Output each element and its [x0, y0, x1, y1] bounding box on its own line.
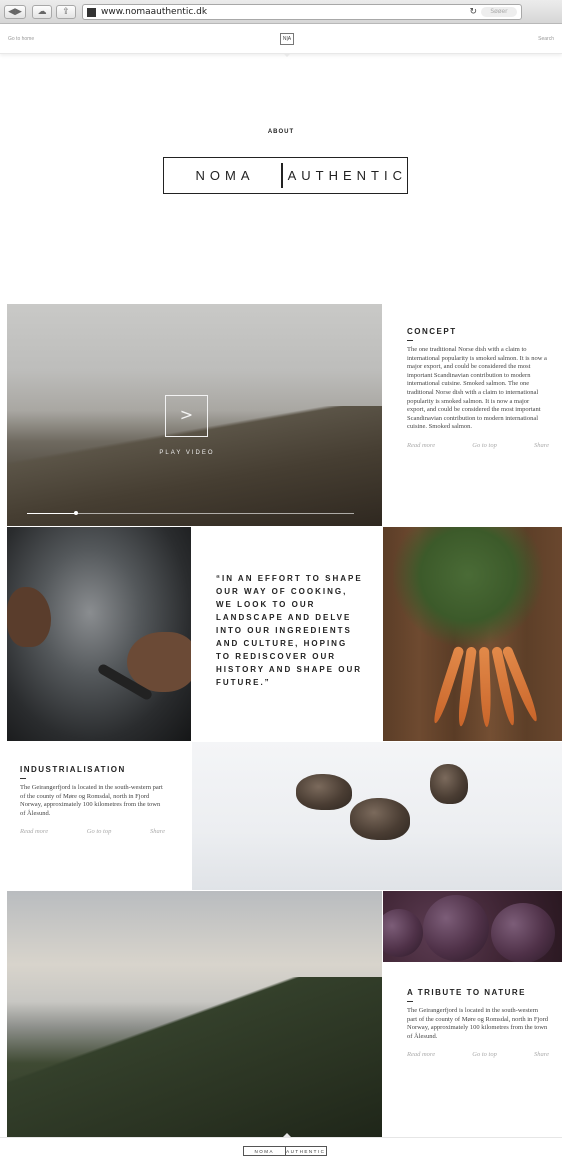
- smoke-hands-image: [7, 527, 191, 741]
- concept-title: CONCEPT: [407, 327, 457, 336]
- back-forward-buttons[interactable]: ◀▶: [4, 5, 26, 19]
- fig-shape: [423, 895, 489, 961]
- go-to-top-link[interactable]: Go to top: [87, 828, 112, 835]
- cloud-icon[interactable]: ☁: [32, 5, 52, 19]
- video-progress-fill: [27, 513, 77, 514]
- concept-body: The one traditional Norse dish with a cl…: [407, 346, 547, 431]
- header-logo[interactable]: N|A: [280, 33, 294, 45]
- concept-links: Read more Go to top Share: [407, 442, 549, 449]
- read-more-link[interactable]: Read more: [407, 442, 435, 449]
- play-button[interactable]: >: [165, 395, 208, 437]
- video-player[interactable]: > PLAY VIDEO: [7, 304, 382, 526]
- tribute-links: Read more Go to top Share: [407, 1051, 549, 1058]
- fig-shape: [491, 903, 555, 962]
- logo-right-text: AUTHENTIC: [287, 168, 407, 183]
- go-to-top-link[interactable]: Go to top: [472, 442, 497, 449]
- play-icon: >: [179, 405, 194, 424]
- hand-shape: [7, 587, 51, 647]
- title-divider: [407, 340, 413, 341]
- bison-snow-image: [192, 742, 562, 890]
- quote-block: “IN AN EFFORT TO SHAPE OUR WAY OF COOKIN…: [192, 527, 382, 741]
- address-bar[interactable]: www.nomaauthentic.dk ↻ Søøer: [82, 4, 522, 20]
- footer-logo[interactable]: NOMA AUTHENTIC: [243, 1146, 327, 1156]
- bison-shape: [350, 798, 410, 840]
- go-home-link[interactable]: Go to home: [8, 36, 34, 42]
- footer-notch: [283, 1133, 291, 1137]
- reload-icon[interactable]: ↻: [469, 7, 477, 17]
- footer-logo-left: NOMA: [254, 1148, 274, 1154]
- read-more-link[interactable]: Read more: [407, 1051, 435, 1058]
- mountain-image: [7, 891, 382, 1137]
- browser-search-field[interactable]: Søøer: [481, 7, 517, 17]
- bison-shape: [296, 774, 352, 810]
- carrot-root: [479, 646, 492, 728]
- chevron-right-icon[interactable]: ▶: [15, 7, 22, 17]
- browser-toolbar: ◀▶ ☁ ⇪ www.nomaauthentic.dk ↻ Søøer: [0, 0, 562, 24]
- title-divider: [407, 1001, 413, 1002]
- video-progress-bar[interactable]: [27, 511, 354, 515]
- industrialisation-section: INDUSTRIALISATION The Geirangerfjord is …: [20, 765, 165, 835]
- tribute-body: The Geirangerfjord is located in the sou…: [407, 1007, 548, 1040]
- carrots-image: [383, 527, 562, 741]
- tribute-title: A TRIBUTE TO NATURE: [407, 988, 527, 997]
- industrialisation-body: The Geirangerfjord is located in the sou…: [20, 784, 163, 817]
- share-link[interactable]: Share: [150, 828, 165, 835]
- footer-logo-right: AUTHENTIC: [286, 1148, 326, 1154]
- logo-left-text: NOMA: [195, 168, 255, 183]
- concept-section: CONCEPT The one traditional Norse dish w…: [407, 327, 549, 449]
- favicon-icon: [87, 8, 96, 17]
- chevron-left-icon[interactable]: ◀: [8, 7, 15, 17]
- brand-logo: NOMA AUTHENTIC: [163, 157, 408, 194]
- industrialisation-links: Read more Go to top Share: [20, 828, 165, 835]
- figs-image: [383, 891, 562, 962]
- footer-divider: [0, 1137, 562, 1138]
- fig-shape: [383, 909, 423, 957]
- share-icon[interactable]: ⇪: [56, 5, 76, 19]
- read-more-link[interactable]: Read more: [20, 828, 48, 835]
- carrot-leaves: [393, 527, 543, 647]
- search-link[interactable]: Search: [538, 36, 554, 42]
- share-link[interactable]: Share: [534, 442, 549, 449]
- share-link[interactable]: Share: [534, 1051, 549, 1058]
- quote-text: “IN AN EFFORT TO SHAPE OUR WAY OF COOKIN…: [216, 574, 363, 687]
- play-video-label[interactable]: PLAY VIDEO: [147, 450, 227, 456]
- url-text[interactable]: www.nomaauthentic.dk: [101, 7, 207, 17]
- industrialisation-title: INDUSTRIALISATION: [20, 765, 126, 774]
- tribute-section: A TRIBUTE TO NATURE The Geirangerfjord i…: [407, 988, 549, 1058]
- header-notch: [283, 53, 291, 57]
- bison-shape: [430, 764, 468, 804]
- site-header: Go to home N|A Search: [0, 24, 562, 57]
- mountain-shape: [7, 977, 382, 1137]
- title-divider: [20, 778, 26, 779]
- go-to-top-link[interactable]: Go to top: [472, 1051, 497, 1058]
- section-label: ABOUT: [267, 129, 295, 135]
